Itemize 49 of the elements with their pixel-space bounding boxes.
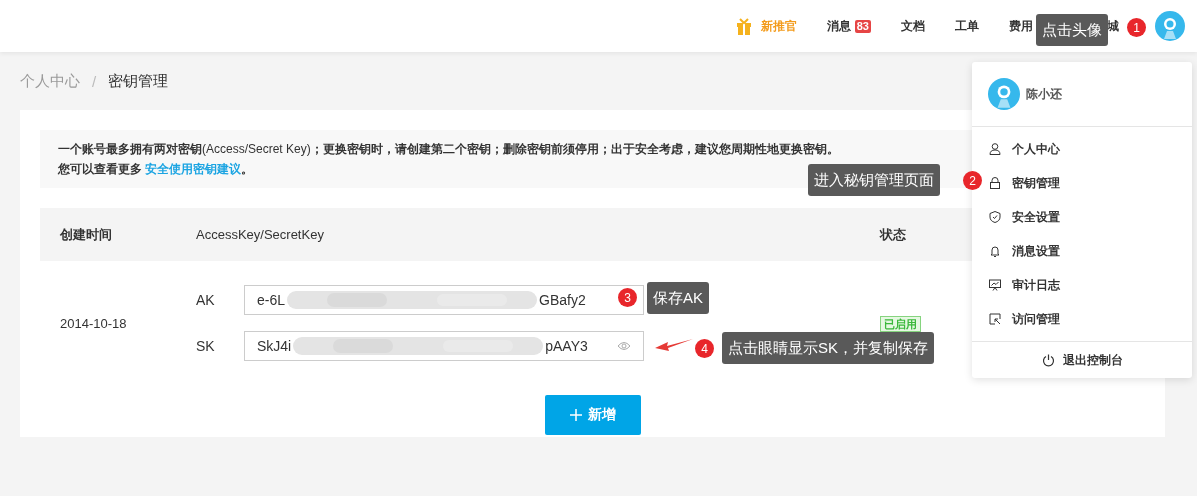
bell-icon [989,245,1001,257]
shield-icon [989,211,1001,223]
column-header: AccessKey/SecretKey [196,227,325,242]
key-label: AK [196,292,216,308]
nav-link[interactable]: 费用 [1009,17,1033,35]
callout-tooltip: 点击眼睛显示SK，并复制保存 [722,332,934,364]
column-header: 状态 [880,225,906,244]
nav-link[interactable]: 工单 [955,17,979,35]
cursor-icon [989,313,1001,325]
avatar-icon [988,78,1020,110]
eye-icon[interactable] [617,341,631,351]
notice-text: 一个账号最多拥有两对密钥(Access/Secret Key)；更换密钥时，请创建第二个密钥；删除密钥前须停用；出于安全考虑，建议您周期性地更换密钥。 [58,141,840,158]
column-header: 创建时间 [59,225,113,244]
callout-tooltip: 点击头像 [1036,14,1108,46]
menu-item[interactable]: 访问管理 [989,302,1060,336]
power-icon [1041,353,1055,367]
pointer-arrow [655,337,695,353]
callout-tooltip: 进入秘钥管理页面 [808,164,940,196]
nav-link[interactable]: 城 [1107,17,1119,35]
menu-item[interactable]: 审计日志 [989,268,1060,302]
lock-icon [989,177,1001,189]
avatar-icon[interactable] [1155,11,1185,41]
key-value: SkJ4i [257,338,292,354]
user-name: 陈小还 [1026,85,1062,103]
menu-item[interactable]: 个人中心 [989,132,1060,166]
breadcrumb-current: 密钥管理 [108,71,169,91]
menu-item[interactable]: 消息设置 [989,234,1060,268]
callout-tooltip: 保存AK [647,282,709,314]
key-value: GBafy2 [539,292,586,308]
person-icon [989,143,1001,155]
breadcrumb-separator: / [92,72,97,90]
monitor-icon [989,279,1001,291]
menu-item[interactable]: 密钥管理 [989,166,1060,200]
nav-label: 消息 [826,17,851,35]
menu-item[interactable]: 安全设置 [989,200,1060,234]
count-badge: 83 [854,19,871,33]
key-value: pAAY3 [545,338,588,354]
plus-icon [569,409,582,421]
logout-item[interactable]: 退出控制台 [972,342,1192,378]
nav-link[interactable]: 文档 [901,17,925,35]
key-value: e-6L [257,292,286,308]
table-cell-text: 2014-10-18 [59,315,128,331]
gift-icon [735,17,752,35]
nav-label: 新推官 [760,17,797,35]
key-label: SK [196,338,216,354]
notice-text: 您可以查看更多 安全使用密钥建议。 [58,161,255,178]
status-tag: 已启用 [880,316,921,332]
key-field[interactable]: SkJ4i pAAY3 [244,331,644,361]
nav-link[interactable]: 消息 83 [826,17,871,35]
